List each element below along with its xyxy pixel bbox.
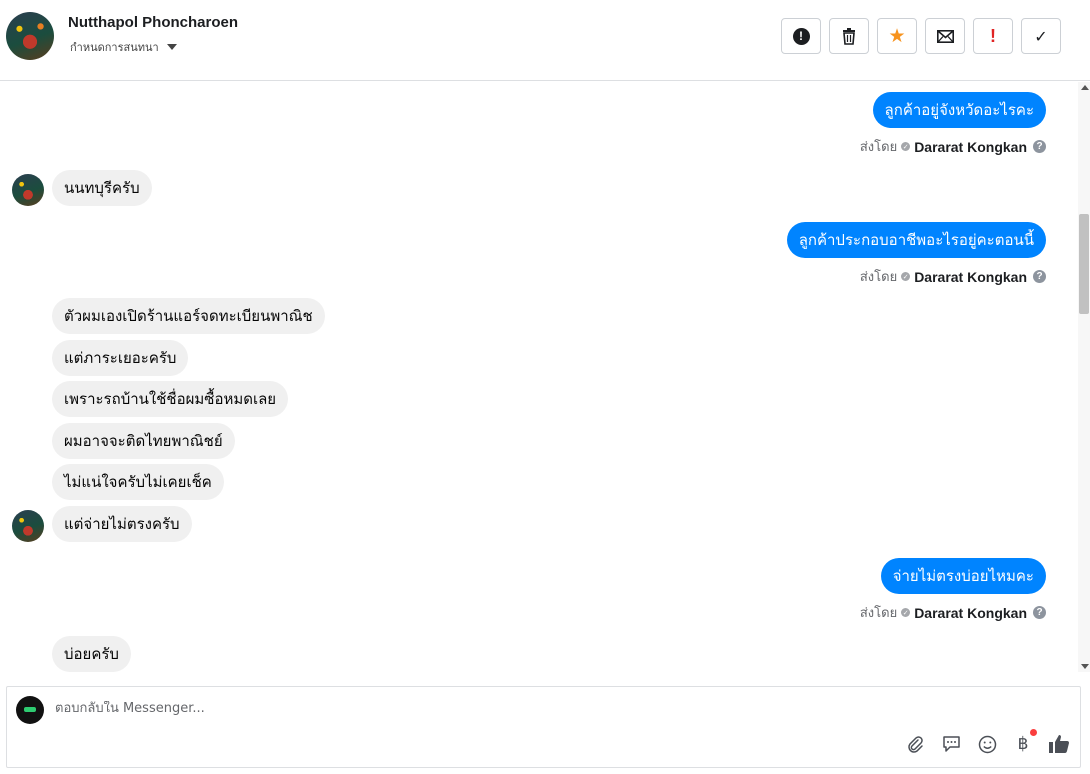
sent-by-row: ส่งโดย ✓ Dararat Kongkan ?: [860, 602, 1046, 623]
sent-by-label: ส่งโดย: [859, 269, 898, 284]
mark-done-button[interactable]: ✓: [1021, 18, 1061, 54]
envelope-icon: [936, 29, 954, 43]
assign-label: กำหนดการสนทนา: [70, 41, 159, 54]
agent-name[interactable]: Dararat Kongkan: [914, 269, 1027, 285]
incoming-message[interactable]: ไม่แน่ใจครับไม่เคยเช็ค: [52, 464, 224, 500]
verified-icon: ✓: [901, 608, 911, 617]
scroll-thumb[interactable]: [1079, 214, 1089, 314]
exclamation-icon: !: [990, 25, 996, 46]
page-avatar: [16, 696, 44, 724]
agent-name[interactable]: Dararat Kongkan: [914, 139, 1027, 155]
smiley-icon: [978, 735, 996, 753]
outgoing-message[interactable]: ลูกค้าอยู่จังหวัดอะไรคะ: [872, 92, 1046, 128]
check-icon: ✓: [1034, 26, 1048, 46]
alert-circle-icon: !: [792, 27, 810, 45]
message-thread[interactable]: ลูกค้าอยู่จังหวัดอะไรคะ ส่งโดย ✓ Dararat…: [0, 82, 1078, 672]
baht-icon: ฿: [1017, 734, 1029, 754]
contact-avatar[interactable]: [6, 12, 54, 60]
trash-icon: [843, 27, 855, 45]
scroll-up-arrow-icon[interactable]: [1081, 85, 1089, 90]
reply-input[interactable]: [55, 701, 955, 716]
mark-unread-button[interactable]: [925, 18, 965, 54]
composer-tools: ฿: [904, 729, 1070, 755]
mark-spam-button[interactable]: !: [781, 18, 821, 54]
conversation-toolbar: ! ★ ! ✓: [781, 18, 1061, 54]
saved-replies-icon[interactable]: [940, 733, 962, 755]
incoming-message[interactable]: บ่อยครับ: [52, 636, 131, 672]
thumbs-up-icon: [1049, 735, 1069, 753]
contact-name[interactable]: Nutthapol Phoncharoen: [68, 14, 238, 31]
agent-name[interactable]: Dararat Kongkan: [914, 605, 1027, 621]
verified-icon: ✓: [901, 272, 911, 281]
assign-conversation-dropdown[interactable]: กำหนดการสนทนา: [70, 38, 177, 56]
payment-icon[interactable]: ฿: [1012, 729, 1037, 755]
outgoing-message[interactable]: ลูกค้าประกอบอาชีพอะไรอยู่คะตอนนี้: [786, 222, 1046, 258]
mark-urgent-button[interactable]: !: [973, 18, 1013, 54]
scroll-down-arrow-icon[interactable]: [1081, 664, 1089, 669]
thread-scrollbar[interactable]: [1078, 82, 1090, 672]
star-button[interactable]: ★: [877, 18, 917, 54]
incoming-message[interactable]: เพราะรถบ้านใช้ชื่อผมซื้อหมดเลย: [52, 381, 289, 417]
reply-composer: ฿: [6, 686, 1081, 768]
attach-icon[interactable]: [904, 733, 926, 755]
verified-icon: ✓: [901, 142, 911, 151]
paperclip-icon: [908, 736, 923, 753]
notification-dot: [1030, 729, 1037, 736]
sent-by-label: ส่งโดย: [859, 139, 898, 154]
sent-by-row: ส่งโดย ✓ Dararat Kongkan ?: [860, 266, 1046, 287]
help-icon[interactable]: ?: [1033, 606, 1046, 619]
speech-bubble-icon: [942, 736, 960, 752]
like-icon[interactable]: [1048, 733, 1070, 755]
sent-by-label: ส่งโดย: [859, 605, 898, 620]
incoming-message[interactable]: แต่ภาระเยอะครับ: [52, 340, 189, 376]
help-icon[interactable]: ?: [1033, 140, 1046, 153]
emoji-icon[interactable]: [976, 733, 998, 755]
outgoing-message[interactable]: จ่ายไม่ตรงบ่อยไหมคะ: [880, 558, 1046, 594]
contact-avatar-small[interactable]: [12, 510, 44, 542]
contact-avatar-small[interactable]: [12, 174, 44, 206]
incoming-message[interactable]: ผมอาจจะติดไทยพาณิชย์: [52, 423, 235, 459]
incoming-message[interactable]: ตัวผมเองเปิดร้านแอร์จดทะเบียนพาณิช: [52, 298, 325, 334]
delete-button[interactable]: [829, 18, 869, 54]
incoming-message[interactable]: แต่จ่ายไม่ตรงครับ: [52, 506, 192, 542]
conversation-header: Nutthapol Phoncharoen กำหนดการสนทนา ! ★: [0, 0, 1090, 81]
sent-by-row: ส่งโดย ✓ Dararat Kongkan ?: [860, 136, 1046, 157]
star-icon: ★: [888, 25, 906, 47]
help-icon[interactable]: ?: [1033, 270, 1046, 283]
incoming-message[interactable]: นนทบุรีครับ: [52, 170, 152, 206]
caret-down-icon: [166, 44, 177, 50]
